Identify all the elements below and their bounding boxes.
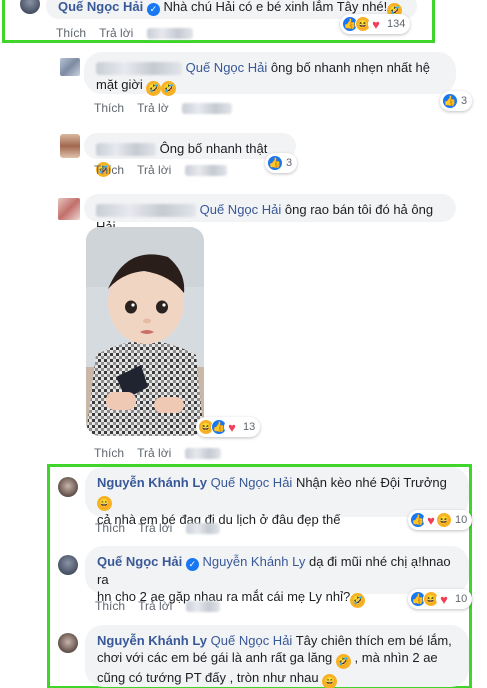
reply-button[interactable]: Trả lời (137, 163, 171, 177)
redacted-timestamp (181, 103, 232, 115)
comment-bubble: Nguyễn Khánh Ly Quế Ngọc Hải Tây chiên t… (85, 625, 469, 688)
reaction-summary[interactable]: 👍 3 (265, 153, 298, 173)
reply-button[interactable]: Trả lời (137, 446, 171, 460)
comment-text-line2: chơi với các em bé gái là anh rất ga lăn… (97, 650, 333, 665)
reaction-summary[interactable]: 👍 ♥ 😆 10 (408, 510, 473, 530)
mention-link[interactable]: Quế Ngọc Hải (200, 202, 282, 217)
reaction-count: 3 (461, 95, 468, 107)
mention-link[interactable]: Quế Ngọc Hải (186, 60, 268, 75)
comment-author[interactable]: Nguyễn Khánh Ly (97, 633, 207, 648)
like-button[interactable]: Thích (94, 163, 124, 177)
avatar[interactable] (58, 555, 78, 575)
reaction-count: 10 (455, 514, 468, 526)
avatar[interactable] (58, 633, 78, 653)
redacted-timestamp (184, 165, 227, 177)
redacted-timestamp (146, 28, 193, 40)
redacted-author (96, 204, 196, 218)
reaction-summary[interactable]: 👍 😆 ♥ 134 (340, 14, 411, 34)
comment-author[interactable]: Nguyễn Khánh Ly (97, 475, 207, 490)
comment-bubble: Quế Ngọc Hải ông rao bán tôi đó hả ông H… (84, 194, 456, 234)
reaction-count: 134 (387, 18, 406, 30)
like-button[interactable]: Thích (94, 101, 124, 115)
comment-bubble: Ông bố nhanh thật 🤣 (84, 133, 296, 177)
comment-photo[interactable] (86, 227, 204, 436)
comment-author[interactable]: Quế Ngọc Hải (58, 0, 143, 14)
reaction-summary[interactable]: 👍 3 (440, 91, 473, 111)
love-reaction-icon: ♥ (224, 419, 240, 435)
verified-icon: ✓ (185, 558, 199, 571)
comment-actions: Thích Trả lời (94, 446, 231, 460)
reply-button[interactable]: Trả lờ (137, 101, 168, 115)
reply-button[interactable]: Trả lời (138, 599, 172, 613)
reply-button[interactable]: Trả lời (138, 521, 172, 535)
like-button[interactable]: Thích (95, 521, 125, 535)
reaction-count: 13 (243, 421, 256, 433)
comment-text-line3: cũng có tướng PT đấy , tròn như nhau (97, 670, 319, 685)
comment-bubble: Nguyễn Khánh Ly Quế Ngọc Hải Nhận kèo nh… (85, 467, 469, 527)
comment-actions: Thích Trả lời (95, 599, 230, 613)
comment-actions: Thích Trả lời (56, 26, 203, 40)
comment-actions: Thích Trả lời (94, 163, 237, 177)
comment-author[interactable]: Quế Ngọc Hải (97, 554, 182, 569)
mention-link[interactable]: Quế Ngọc Hải (211, 475, 293, 490)
redacted-timestamp (184, 448, 221, 460)
comment-actions: Thích Trả lời (95, 521, 230, 535)
laughing-emoji-icon: 🤣 (161, 81, 177, 96)
redacted-timestamp (185, 601, 220, 613)
haha-reaction-icon: 😆 (436, 512, 452, 528)
love-reaction-icon: ♥ (436, 591, 452, 607)
laughing-emoji-icon: 🤣 (335, 654, 351, 669)
smiling-emoji-icon: 😄 (322, 674, 338, 688)
comment-bubble: Quế Ngọc Hải ✓ Nguyễn Khánh Ly dạ đi mũi… (85, 546, 469, 608)
comment-actions: Thích Trả lờ (94, 101, 242, 115)
love-reaction-icon: ♥ (368, 16, 384, 32)
comment-text: Tây chiên thích em bé lắm, (295, 633, 452, 648)
reply-button[interactable]: Trả lời (99, 26, 133, 40)
like-button[interactable]: Thích (56, 26, 86, 40)
like-reaction-icon: 👍 (267, 155, 283, 171)
comment-text: Nhận kèo nhé Đội Trưởng (295, 475, 447, 490)
laughing-emoji-icon: 🤣 (146, 81, 162, 96)
reaction-summary[interactable]: 😆 👍 ♥ 13 (196, 417, 261, 437)
avatar[interactable] (60, 134, 80, 158)
comment-text: Ông bố nhanh thật (159, 141, 268, 156)
reaction-summary[interactable]: 👍 😆 ♥ 10 (408, 589, 473, 609)
mention-link[interactable]: Quế Ngọc Hải (211, 633, 293, 648)
smiling-emoji-icon: 😄 (97, 496, 112, 511)
avatar[interactable] (58, 198, 80, 220)
reaction-count: 3 (286, 157, 293, 169)
verified-icon: ✓ (146, 3, 160, 16)
reaction-count: 10 (455, 593, 468, 605)
like-button[interactable]: Thích (95, 599, 125, 613)
redacted-author (96, 143, 156, 157)
redacted-timestamp (185, 523, 220, 535)
avatar[interactable] (60, 58, 80, 76)
redacted-author (96, 62, 182, 76)
comment-bubble: Quế Ngọc Hải ông bố nhanh nhẹn nhất hệ m… (84, 52, 456, 96)
mention-link[interactable]: Nguyễn Khánh Ly (203, 554, 306, 569)
comment-text-line2-end: , mà nhìn 2 ae (354, 650, 438, 665)
like-reaction-icon: 👍 (442, 93, 458, 109)
baby-photo-image (86, 227, 204, 436)
avatar[interactable] (58, 477, 78, 497)
like-button[interactable]: Thích (94, 446, 124, 460)
comment-text: Nhà chú Hải có e bé xinh lắm Tây nhé! (163, 0, 388, 14)
